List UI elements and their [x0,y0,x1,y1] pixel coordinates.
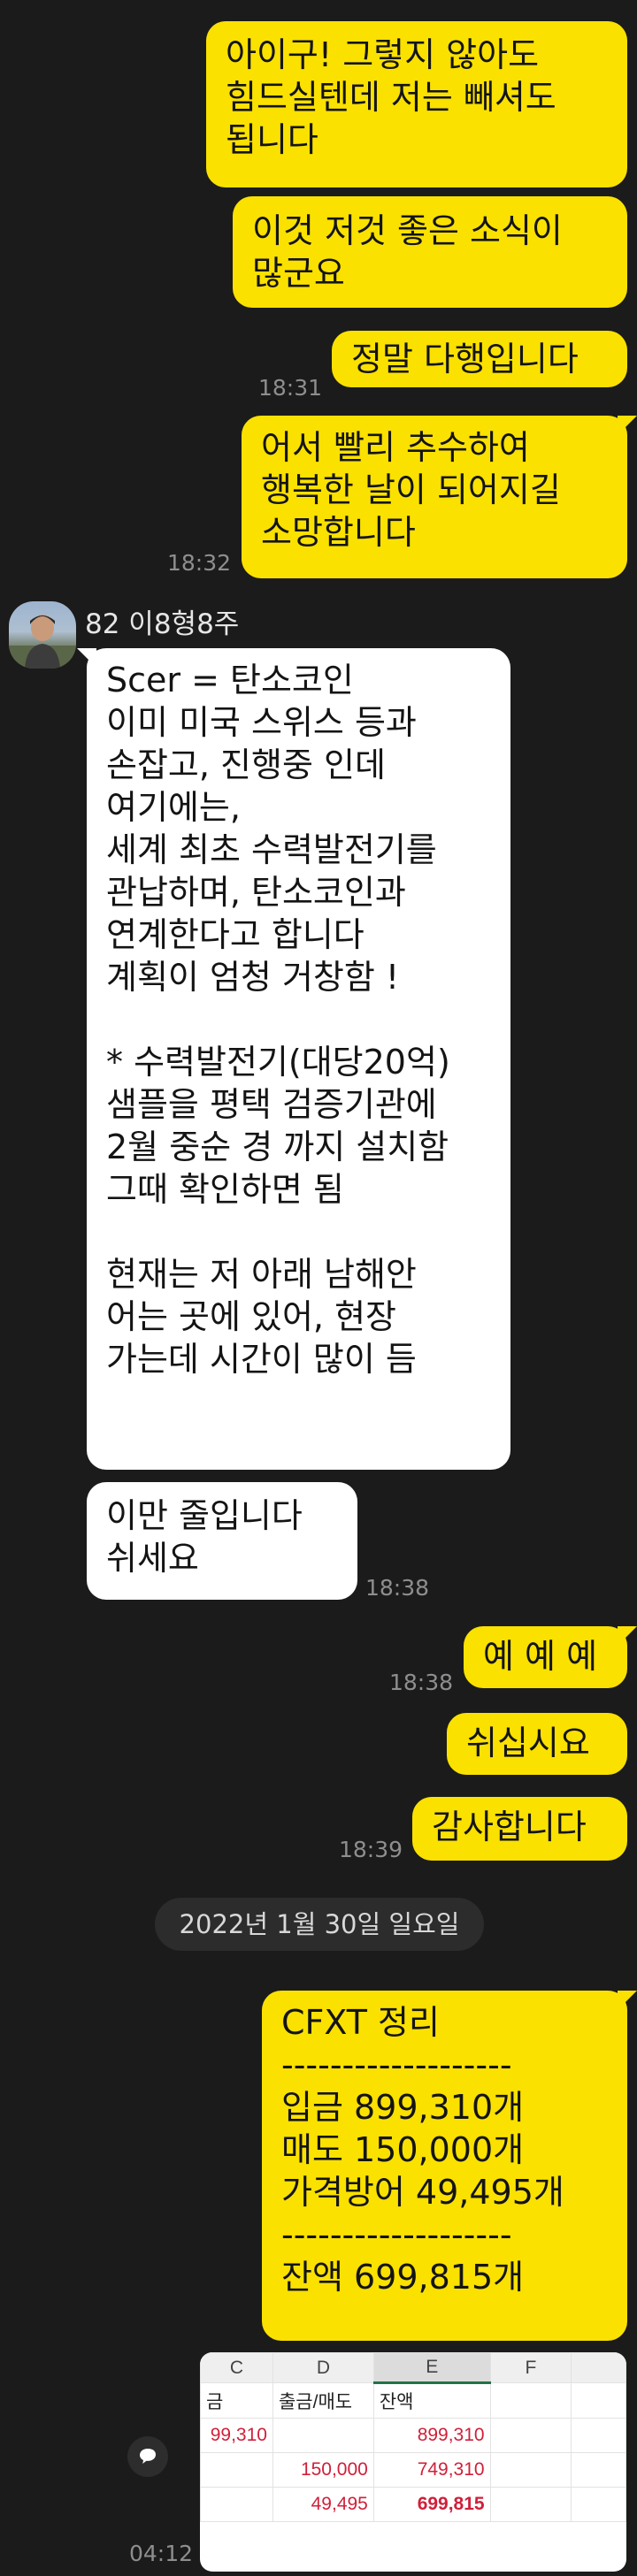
table-cell: 699,815 [372,2487,491,2522]
table-cell [272,2418,374,2453]
table-cell [489,2382,572,2419]
table-cell [571,2487,626,2522]
my-message[interactable]: 감사합니다 [412,1797,627,1861]
table-row: 150,000 749,310 [200,2452,626,2488]
my-message[interactable]: 이것 저것 좋은 소식이 많군요 [233,196,627,308]
my-message-summary[interactable]: CFXT 정리 ------------------- 입금 899,310개 … [262,1991,637,2341]
their-message[interactable]: 이만 줄입니다 쉬세요 [87,1482,357,1600]
column-header: D [272,2352,374,2383]
my-message[interactable]: 아이구! 그렇지 않아도 힘드실텐데 저는 빼셔도 됩니다 [206,21,627,187]
message-time: 18:38 [365,1575,430,1601]
table-cell: 금 [200,2382,273,2419]
my-message[interactable]: 쉬십시요 [447,1713,627,1775]
table-cell [571,2382,626,2419]
speech-bubble-icon [140,2449,156,2464]
sender-name: 82 이8형8주 [85,608,240,640]
column-header: F [489,2352,572,2383]
table-cell: 출금/매도 [272,2382,374,2419]
their-message[interactable]: Scer = 탄소코인 이미 미국 스위스 등과 손잡고, 진행중 인데 여기에… [77,648,510,1470]
message-time: 18:31 [258,375,323,401]
table-cell [489,2418,572,2453]
table-cell [489,2452,572,2488]
table-cell [200,2487,273,2522]
table-cell [571,2418,626,2453]
table-cell: 150,000 [272,2452,374,2488]
message-time: 04:12 [129,2541,194,2566]
table-row: 49,495 699,815 [200,2487,626,2522]
my-message[interactable]: 어서 빨리 추수하여 행복한 날이 되어지길 소망합니다 [242,416,637,578]
table-cell: 899,310 [372,2418,491,2453]
table-cell [200,2452,273,2488]
table-row: 99,310 899,310 [200,2418,626,2453]
table-cell: 749,310 [372,2452,491,2488]
message-time: 18:39 [339,1837,403,1862]
my-message[interactable]: 예 예 예 [464,1626,637,1688]
table-cell: 잔액 [372,2382,491,2419]
date-divider: 2022년 1월 30일 일요일 [155,1898,484,1951]
column-header [571,2352,626,2383]
my-message[interactable]: 정말 다행입니다 [332,331,627,387]
column-header: E [372,2352,491,2384]
avatar[interactable] [9,601,76,669]
column-header: C [200,2352,273,2383]
share-button[interactable] [127,2436,168,2477]
table-cell: 99,310 [200,2418,273,2453]
table-cell [489,2487,572,2522]
table-cell: 49,495 [272,2487,374,2522]
column-header-row: C D E F [200,2352,626,2384]
table-cell [571,2452,626,2488]
message-time: 18:38 [389,1670,454,1695]
message-time: 18:32 [167,550,232,576]
spreadsheet-image[interactable]: C D E F 금 출금/매도 잔액 99,310 899,310 150,00… [200,2352,626,2572]
table-row: 금 출금/매도 잔액 [200,2382,626,2419]
